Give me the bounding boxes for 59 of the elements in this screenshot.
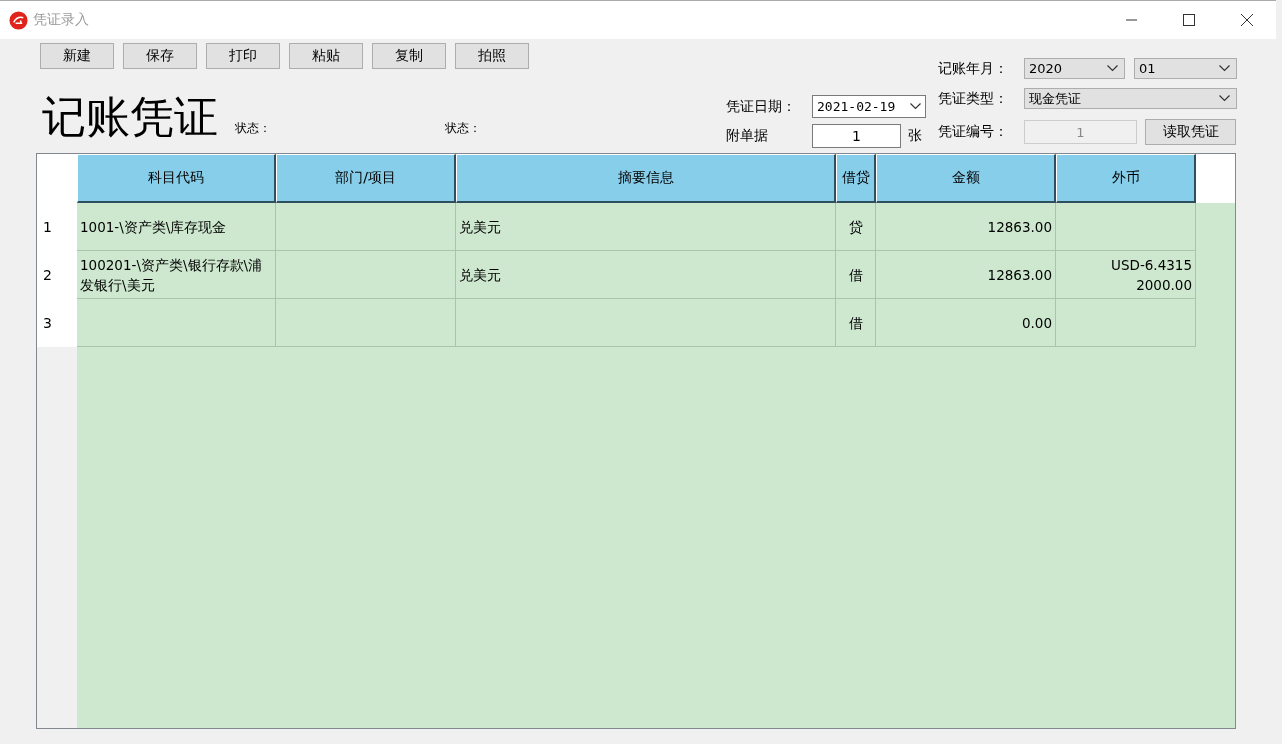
voucher-date-label: 凭证日期：: [726, 97, 797, 116]
table-cell[interactable]: [276, 203, 456, 251]
toolbar-button[interactable]: 复制: [372, 43, 446, 69]
table-cell[interactable]: 贷: [836, 203, 876, 251]
table-cell[interactable]: [77, 299, 276, 347]
minimize-icon: [1125, 19, 1137, 21]
voucher-heading: 记账凭证: [42, 91, 219, 143]
row-number: 3: [37, 299, 77, 347]
caret-icon: [910, 103, 921, 110]
caret-icon: [1219, 65, 1230, 72]
attachments-field[interactable]: 1: [812, 124, 901, 148]
column-header[interactable]: 科目代码: [77, 154, 276, 203]
year-dropdown[interactable]: 2020: [1024, 58, 1125, 79]
caret-icon: [1219, 95, 1230, 102]
column-header[interactable]: 摘要信息: [456, 154, 836, 203]
month-dropdown[interactable]: 01: [1134, 58, 1237, 79]
status-label: 状态：: [235, 120, 271, 137]
column-header[interactable]: 借贷: [836, 154, 876, 203]
close-icon: [1241, 14, 1253, 26]
toolbar-button[interactable]: 保存: [123, 43, 197, 69]
table-cell[interactable]: 借: [836, 299, 876, 347]
date-picker[interactable]: 2021-02-19: [812, 95, 926, 118]
maximize-icon: [1183, 14, 1195, 26]
voucher-number-label: 凭证编号：: [938, 123, 1009, 141]
table-cell[interactable]: [1056, 203, 1196, 251]
period-label: 记账年月：: [938, 59, 1009, 78]
toolbar-button[interactable]: 打印: [206, 43, 280, 69]
table-cell[interactable]: 12863.00: [876, 251, 1056, 299]
voucher-type-label: 凭证类型：: [938, 89, 1009, 108]
column-header[interactable]: 金额: [876, 154, 1056, 203]
window-title: 凭证录入: [33, 11, 89, 29]
toolbar-button[interactable]: 拍照: [455, 43, 529, 69]
table-cell[interactable]: [276, 251, 456, 299]
table-cell[interactable]: 兑美元: [456, 251, 836, 299]
header-filler: [1196, 154, 1235, 203]
header-corner: [37, 154, 77, 203]
table-cell[interactable]: 0.00: [876, 299, 1056, 347]
caret-icon: [1107, 65, 1118, 72]
table-cell[interactable]: 100201-\资产类\银行存款\浦发银行\美元: [77, 251, 276, 299]
attachments-label: 附单据: [726, 127, 769, 145]
voucher-type-dropdown[interactable]: 现金凭证: [1024, 88, 1237, 109]
table-cell[interactable]: 借: [836, 251, 876, 299]
table-cell[interactable]: USD-6.4315 2000.00: [1056, 251, 1196, 299]
table-cell[interactable]: [1056, 299, 1196, 347]
status-label: 状态：: [445, 120, 481, 137]
column-header[interactable]: 部门/项目: [276, 154, 456, 203]
unit-label: 张: [908, 127, 922, 145]
toolbar-button[interactable]: 新建: [40, 43, 114, 69]
table-cell[interactable]: 1001-\资产类\库存现金: [77, 203, 276, 251]
table-cell[interactable]: [456, 299, 836, 347]
column-header[interactable]: 外币: [1056, 154, 1196, 203]
app-logo-icon: [9, 10, 28, 30]
read-voucher-button[interactable]: 读取凭证: [1145, 119, 1236, 145]
table-cell[interactable]: [276, 299, 456, 347]
toolbar-button[interactable]: 粘贴: [289, 43, 363, 69]
row-number: 1: [37, 203, 77, 251]
row-number: 2: [37, 251, 77, 299]
table-cell[interactable]: 兑美元: [456, 203, 836, 251]
table-cell[interactable]: 12863.00: [876, 203, 1056, 251]
